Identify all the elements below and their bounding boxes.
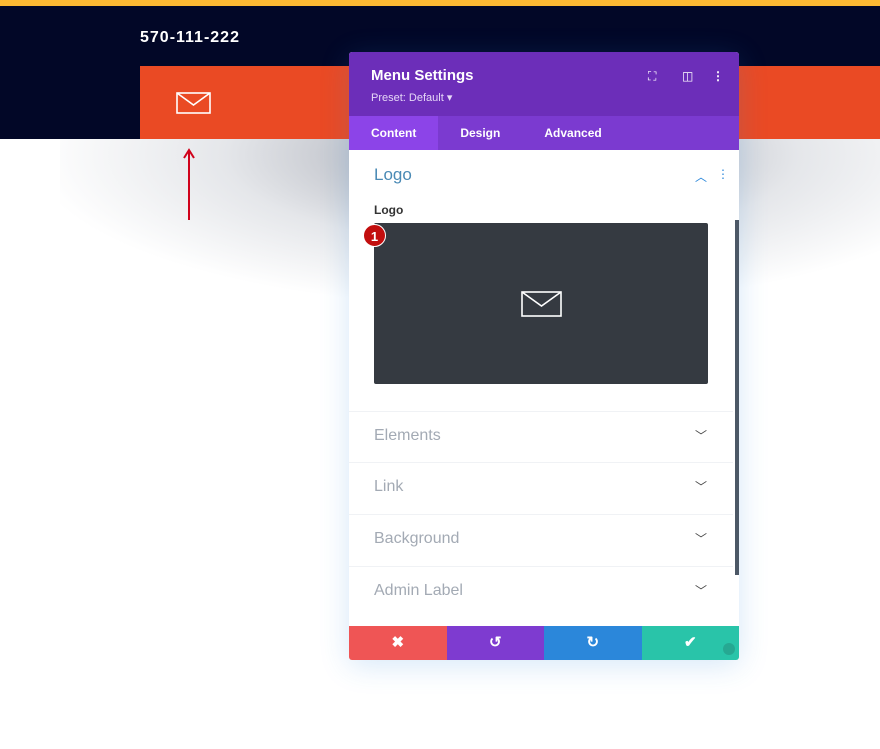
section-admin-label[interactable]: Admin Label ﹀ [349, 566, 733, 618]
chevron-down-icon: ﹀ [695, 584, 708, 598]
resize-handle-icon[interactable] [723, 643, 735, 655]
chevron-up-icon[interactable]: ︿ [695, 168, 707, 185]
section-link[interactable]: Link ﹀ [349, 462, 733, 514]
section-elements[interactable]: Elements ﹀ [349, 411, 733, 463]
panel-header: Menu Settings Preset: Default ▾ ⛶ ◫ ⋮ [349, 52, 739, 116]
more-options-icon[interactable]: ⋮ [712, 69, 724, 83]
section-background[interactable]: Background ﹀ [349, 514, 733, 566]
panel-scrollbar[interactable] [735, 220, 739, 575]
cancel-button[interactable]: ✖ [349, 626, 447, 660]
tab-content[interactable]: Content [349, 116, 439, 150]
red-arrow-annotation [183, 148, 195, 220]
split-view-icon[interactable]: ◫ [682, 69, 693, 83]
section-options-icon[interactable]: ⋮ [717, 167, 729, 181]
envelope-logo-icon[interactable] [176, 92, 211, 114]
tab-advanced[interactable]: Advanced [522, 116, 623, 150]
preset-dropdown[interactable]: Preset: Default ▾ [371, 91, 452, 104]
redo-button[interactable]: ↻ [544, 626, 642, 660]
save-button[interactable]: ✔ [641, 626, 739, 660]
panel-footer: ✖ ↺ ↻ ✔ [349, 626, 739, 660]
logo-field-label: Logo [374, 203, 404, 217]
menu-settings-panel: Menu Settings Preset: Default ▾ ⛶ ◫ ⋮ Co… [349, 52, 739, 660]
step-badge: 1 [363, 224, 386, 247]
tab-design[interactable]: Design [438, 116, 522, 150]
section-title-logo[interactable]: Logo [374, 165, 412, 185]
envelope-preview-icon [521, 291, 562, 317]
chevron-down-icon: ﹀ [695, 532, 708, 546]
undo-button[interactable]: ↺ [446, 626, 544, 660]
chevron-down-icon: ﹀ [695, 429, 708, 443]
fullscreen-icon[interactable]: ⛶ [648, 69, 656, 84]
phone-number: 570-111-222 [140, 29, 240, 46]
panel-tabs: Content Design Advanced [349, 116, 739, 150]
logo-image-upload[interactable] [374, 223, 708, 384]
panel-title: Menu Settings [371, 67, 474, 84]
chevron-down-icon: ﹀ [695, 480, 708, 494]
